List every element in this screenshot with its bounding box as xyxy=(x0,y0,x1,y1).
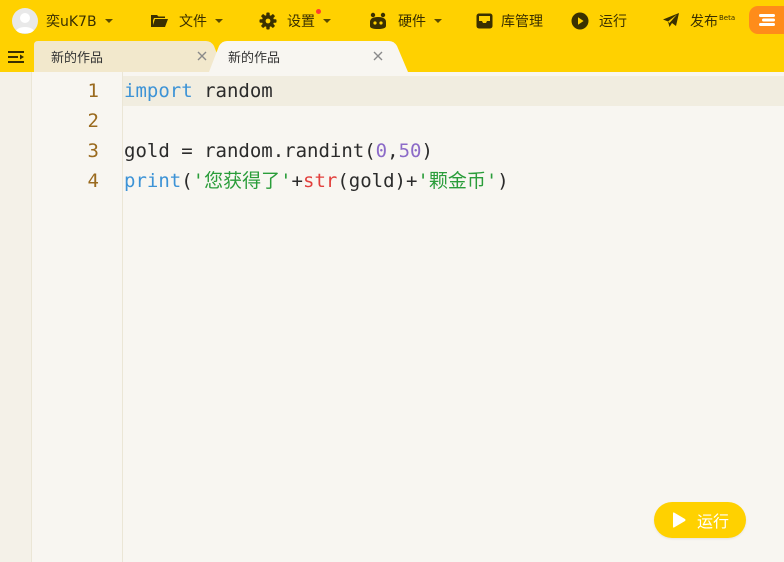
hardware-menu[interactable]: 硬件 xyxy=(368,0,442,41)
close-icon[interactable] xyxy=(371,49,385,63)
list-icon xyxy=(759,14,775,26)
tab-title: 新的作品 xyxy=(228,51,281,66)
close-icon[interactable] xyxy=(195,49,209,63)
code-token: ) xyxy=(421,140,433,162)
code-token: 0 xyxy=(375,140,388,162)
gear-icon xyxy=(259,12,277,29)
code-token: import xyxy=(124,80,193,102)
robot-icon xyxy=(370,12,386,29)
code-token: print xyxy=(124,170,182,192)
line-number: 4 xyxy=(87,170,99,192)
user-menu[interactable]: 奕uK7B xyxy=(12,0,113,41)
code-token: + xyxy=(291,170,303,192)
tab-title: 新的作品 xyxy=(51,51,104,66)
run-toolbar-label: 运行 xyxy=(599,13,627,30)
library-button[interactable]: 库管理 xyxy=(476,0,543,41)
paper-plane-icon xyxy=(663,13,679,27)
code-token: ( xyxy=(181,170,193,192)
hardware-menu-label: 硬件 xyxy=(398,13,426,30)
code-token: '您获得了' xyxy=(192,170,292,192)
file-menu-label: 文件 xyxy=(179,13,207,30)
code-token: '颗金币' xyxy=(417,170,498,192)
code-line[interactable]: gold = random.randint(0,50) xyxy=(124,136,433,166)
code-token: random xyxy=(192,80,273,102)
run-toolbar-button[interactable]: 运行 xyxy=(571,0,627,41)
code-token: , xyxy=(387,140,399,162)
left-sidebar-strip xyxy=(0,72,32,562)
run-button-label: 运行 xyxy=(697,512,730,531)
line-number: 3 xyxy=(87,140,99,162)
chevron-down-icon xyxy=(104,18,113,23)
code-line[interactable]: print('您获得了'+str(gold)+'颗金币') xyxy=(124,166,509,196)
publish-label: 发布Beta xyxy=(690,13,736,30)
code-editor[interactable]: 1 2 3 4 import random gold = random.rand… xyxy=(0,72,784,562)
settings-menu[interactable]: 设置 xyxy=(259,0,331,41)
play-circle-icon xyxy=(571,12,589,29)
sidebar-toggle-icon[interactable] xyxy=(8,49,24,65)
chevron-down-icon xyxy=(323,18,331,23)
library-button-label: 库管理 xyxy=(501,13,543,30)
avatar xyxy=(12,7,38,34)
user-icon xyxy=(15,12,35,33)
file-menu[interactable]: 文件 xyxy=(150,0,223,41)
code-line[interactable]: import random xyxy=(124,76,273,106)
code-token: ) xyxy=(497,170,509,192)
top-toolbar: 奕uK7B 文件 设置 硬件 库管理 运行 发布Beta xyxy=(0,0,784,41)
code-token: 50 xyxy=(398,140,422,162)
code-token: (gold)+ xyxy=(337,170,418,192)
box-icon xyxy=(476,13,493,28)
tab-new-work-1[interactable]: 新的作品 xyxy=(34,41,224,72)
line-number: 1 xyxy=(87,80,99,102)
play-icon xyxy=(673,512,686,528)
run-button[interactable]: 运行 xyxy=(654,502,746,538)
settings-menu-label: 设置 xyxy=(287,13,315,30)
tab-new-work-2[interactable]: 新的作品 xyxy=(209,41,409,72)
code-token: gold = random.randint( xyxy=(124,140,376,162)
tab-strip: 新的作品 新的作品 xyxy=(0,41,784,72)
notification-dot xyxy=(316,9,321,14)
line-number: 2 xyxy=(87,110,99,132)
publish-button[interactable]: 发布Beta xyxy=(662,0,735,41)
folder-icon xyxy=(151,14,168,27)
user-name: 奕uK7B xyxy=(46,13,97,30)
extra-panel-button[interactable] xyxy=(749,6,784,34)
code-token: str xyxy=(303,170,338,192)
chevron-down-icon xyxy=(434,18,442,23)
chevron-down-icon xyxy=(215,18,223,23)
beta-badge: Beta xyxy=(719,13,736,22)
